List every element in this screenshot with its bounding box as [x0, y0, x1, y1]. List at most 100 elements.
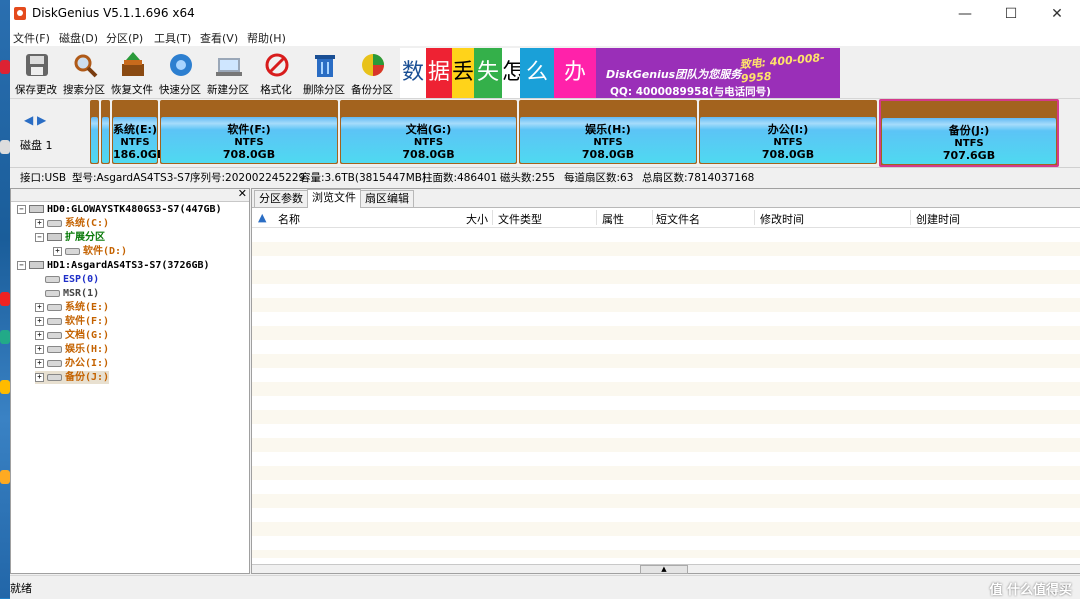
volume-icon	[47, 331, 62, 339]
disk-nav-arrows[interactable]: ◀ ▶	[24, 113, 46, 127]
volume-icon	[47, 345, 62, 353]
partition-block-e[interactable]: 系统(E:) NTFS 186.0GB	[112, 100, 165, 164]
tree-node-i[interactable]: + 办公(I:)	[35, 357, 109, 370]
tree-node-h[interactable]: + 娱乐(H:)	[35, 343, 109, 356]
horizontal-scrollbar[interactable]: ▲	[252, 564, 1080, 574]
info-interface: 接口:USB	[20, 172, 67, 184]
status-text: 就绪	[10, 582, 32, 595]
volume-icon	[65, 247, 80, 255]
new-partition-button[interactable]: 新建分区	[204, 50, 252, 96]
col-name[interactable]: 名称	[278, 211, 300, 227]
maximize-button[interactable]: ☐	[988, 0, 1034, 28]
content-pane: 分区参数 浏览文件 扇区编辑 ▲ 名称 大小 文件类型 属性 短文件名 修改时间…	[251, 188, 1080, 574]
disk-map: ◀ ▶ 磁盘 1 系统(E:) NTFS 186.0GB 软件(F:) NTFS…	[10, 99, 1080, 167]
col-size[interactable]: 大小	[466, 211, 488, 227]
partition-block-i[interactable]: 办公(I:) NTFS 708.0GB	[699, 100, 877, 164]
banner-char: 数	[400, 48, 426, 98]
tree-node-g[interactable]: + 文档(G:)	[35, 329, 109, 342]
menu-bar: 文件(F) 磁盘(D) 分区(P) 工具(T) 查看(V) 帮助(H)	[10, 28, 1080, 46]
file-list[interactable]	[252, 228, 1080, 558]
menu-file[interactable]: 文件(F)	[13, 30, 50, 46]
file-list-header: ▲ 名称 大小 文件类型 属性 短文件名 修改时间 创建时间	[252, 208, 1080, 228]
quick-partition-icon	[170, 54, 192, 76]
banner-title: DiskGenius团队为您服务	[606, 68, 742, 81]
banner-char: 丢	[452, 48, 474, 98]
tab-browse-files[interactable]: 浏览文件	[307, 189, 361, 208]
quick-partition-button[interactable]: 快速分区	[156, 50, 204, 96]
banner-char: 么	[520, 48, 554, 98]
disk-info-line: 接口:USB 型号:AsgardAS4TS3-S7 序列号:2020022452…	[10, 167, 1080, 186]
tab-sector-edit[interactable]: 扇区编辑	[360, 190, 414, 207]
partition-block-msr[interactable]	[101, 100, 110, 164]
ad-banner[interactable]: 数 据 丢 失 怎 么 办 DiskGenius团队为您服务 致电: 400-0…	[400, 48, 840, 98]
volume-icon	[45, 275, 60, 283]
save-button[interactable]: 保存更改	[12, 50, 60, 96]
tree-node-j[interactable]: + 备份(J:)	[35, 371, 110, 384]
col-attributes[interactable]: 属性	[602, 211, 624, 227]
col-created[interactable]: 创建时间	[916, 211, 960, 227]
status-bar: 就绪 值 什么值得买	[10, 575, 1080, 599]
partition-block-j[interactable]: 备份(J:) NTFS 707.6GB	[879, 99, 1059, 167]
disk-icon	[29, 261, 44, 269]
tree-node-msr[interactable]: MSR(1)	[45, 287, 99, 300]
format-button[interactable]: 格式化	[252, 50, 300, 96]
info-sectors-per-track: 每道扇区数:63	[564, 172, 634, 184]
menu-partition[interactable]: 分区(P)	[106, 30, 143, 46]
banner-qq: QQ: 4000089958(与电话同号)	[610, 86, 771, 98]
window-title: DiskGenius V5.1.1.696 x64	[32, 6, 195, 20]
info-capacity: 容量:3.6TB(3815447MB)	[300, 172, 427, 184]
tree-node-f[interactable]: + 软件(F:)	[35, 315, 109, 328]
app-icon	[14, 7, 26, 20]
tree-node-hd0[interactable]: − HD0:GLOWAYSTK480GS3-S7(447GB)	[17, 203, 222, 216]
new-partition-icon	[216, 58, 242, 76]
volume-icon	[47, 373, 62, 381]
delete-partition-button[interactable]: 删除分区	[300, 50, 348, 96]
menu-help[interactable]: 帮助(H)	[247, 30, 286, 46]
search-icon	[74, 54, 98, 78]
info-serial: 序列号:202002245229	[190, 172, 306, 184]
recover-icon	[122, 52, 144, 76]
partition-block-h[interactable]: 娱乐(H:) NTFS 708.0GB	[519, 100, 697, 164]
menu-view[interactable]: 查看(V)	[200, 30, 238, 46]
partition-block-esp[interactable]	[90, 100, 99, 164]
tree-node-d[interactable]: + 软件(D:)	[53, 245, 127, 258]
tree-node-hd1[interactable]: − HD1:AsgardAS4TS3-S7(3726GB)	[17, 259, 210, 272]
volume-icon	[47, 303, 62, 311]
menu-tools[interactable]: 工具(T)	[154, 30, 191, 46]
tree-node-e[interactable]: + 系统(E:)	[35, 301, 109, 314]
close-button[interactable]: ✕	[1034, 0, 1080, 28]
info-model: 型号:AsgardAS4TS3-S7	[72, 172, 191, 184]
close-icon[interactable]: ✕	[238, 187, 247, 200]
tree-node-extended[interactable]: − 扩展分区	[35, 231, 105, 244]
title-bar[interactable]: DiskGenius V5.1.1.696 x64 — ☐ ✕	[10, 0, 1080, 28]
disk-icon	[29, 205, 44, 213]
format-icon	[265, 53, 289, 77]
tree-header: ✕	[11, 187, 249, 202]
col-short-name[interactable]: 短文件名	[656, 211, 700, 227]
menu-disk[interactable]: 磁盘(D)	[59, 30, 98, 46]
save-icon	[26, 54, 48, 76]
toolbar: 保存更改 搜索分区 恢复文件 快速分区 新建分区 格式化 删除分区 备份分区 数…	[10, 46, 1080, 99]
col-modified[interactable]: 修改时间	[760, 211, 804, 227]
col-file-type[interactable]: 文件类型	[498, 211, 542, 227]
recover-files-button[interactable]: 恢复文件	[108, 50, 156, 96]
up-arrow-icon[interactable]: ▲	[258, 211, 266, 224]
disk-tree-panel: ✕ − HD0:GLOWAYSTK480GS3-S7(447GB) + 系统(C:)…	[10, 187, 250, 574]
tree-node-c[interactable]: + 系统(C:)	[35, 217, 109, 230]
backup-icon	[362, 54, 384, 76]
partition-block-g[interactable]: 文档(G:) NTFS 708.0GB	[340, 100, 517, 164]
disk-label: 磁盘 1	[20, 139, 53, 152]
tree-node-esp[interactable]: ESP(0)	[45, 273, 99, 286]
partition-block-f[interactable]: 软件(F:) NTFS 708.0GB	[160, 100, 338, 164]
search-partition-button[interactable]: 搜索分区	[60, 50, 108, 96]
info-heads: 磁头数:255	[500, 172, 556, 184]
app-window: DiskGenius V5.1.1.696 x64 — ☐ ✕ 文件(F) 磁盘…	[10, 0, 1080, 599]
backup-partition-button[interactable]: 备份分区	[348, 50, 396, 96]
tab-partition-params[interactable]: 分区参数	[254, 190, 308, 207]
banner-char: 办	[554, 48, 596, 98]
volume-icon	[47, 359, 62, 367]
minimize-button[interactable]: —	[942, 0, 988, 28]
scroll-grip[interactable]: ▲	[640, 565, 688, 574]
info-cylinders: 柱面数:486401	[422, 172, 498, 184]
delete-icon	[315, 55, 335, 77]
